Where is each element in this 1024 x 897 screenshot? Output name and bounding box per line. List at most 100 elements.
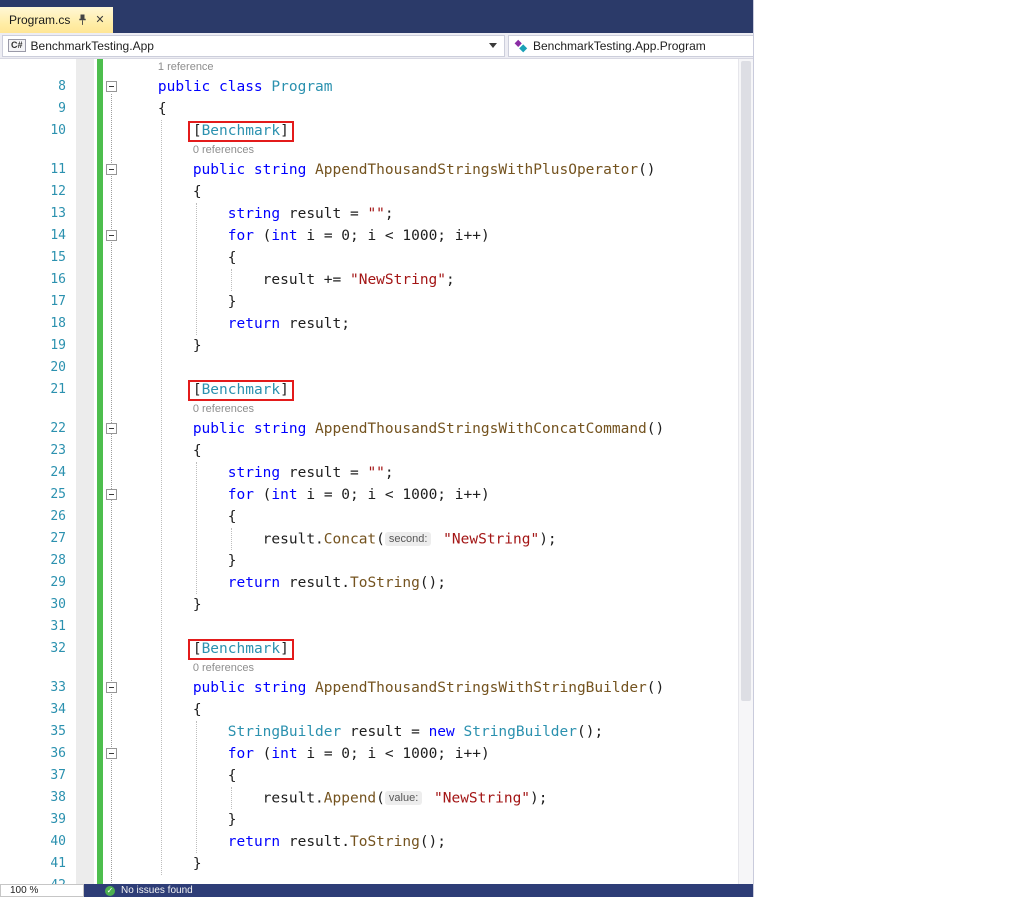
project-dropdown[interactable]: C# BenchmarkTesting.App xyxy=(2,35,505,57)
code-text: string result = ""; xyxy=(123,203,394,225)
code-line: 29 return result.ToString(); xyxy=(0,572,738,594)
code-rows: 1 reference8public class Program9{10[Ben… xyxy=(0,59,738,897)
code-line: 35StringBuilder result = new StringBuild… xyxy=(0,721,738,743)
code-line: 34{ xyxy=(0,699,738,721)
code-line: 41} xyxy=(0,853,738,875)
code-line: 33public string AppendThousandStringsWit… xyxy=(0,677,738,699)
code-line: 17} xyxy=(0,291,738,313)
line-number: 30 xyxy=(0,594,66,616)
code-line: 22public string AppendThousandStringsWit… xyxy=(0,418,738,440)
codelens-references-link[interactable]: 1 reference xyxy=(123,59,214,76)
line-number: 36 xyxy=(0,743,66,765)
code-text: public class Program xyxy=(123,76,333,98)
code-line: 26{ xyxy=(0,506,738,528)
fold-collapse-toggle[interactable] xyxy=(106,164,117,175)
line-number: 39 xyxy=(0,809,66,831)
line-number: 13 xyxy=(0,203,66,225)
code-line: 19} xyxy=(0,335,738,357)
code-line: 14for (int i = 0; i < 1000; i++) xyxy=(0,225,738,247)
codelens-references-link[interactable]: 0 references xyxy=(123,401,254,418)
scrollbar-thumb[interactable] xyxy=(741,61,751,701)
code-text: } xyxy=(123,594,202,616)
fold-collapse-toggle[interactable] xyxy=(106,423,117,434)
fold-collapse-toggle[interactable] xyxy=(106,682,117,693)
line-number: 24 xyxy=(0,462,66,484)
line-number: 28 xyxy=(0,550,66,572)
fold-collapse-toggle[interactable] xyxy=(106,748,117,759)
line-number: 38 xyxy=(0,787,66,809)
code-line: 11public string AppendThousandStringsWit… xyxy=(0,159,738,181)
status-text: No issues found xyxy=(121,885,193,896)
health-check-icon[interactable]: ✓ xyxy=(105,886,115,896)
line-number: 23 xyxy=(0,440,66,462)
codelens-row: 1 reference xyxy=(0,59,738,76)
code-text: result += "NewString"; xyxy=(123,269,455,291)
code-line: 31 xyxy=(0,616,738,638)
line-number: 41 xyxy=(0,853,66,875)
pin-icon[interactable] xyxy=(78,14,87,26)
code-line: 24 string result = ""; xyxy=(0,462,738,484)
code-line: 21[Benchmark] xyxy=(0,379,738,401)
code-line: 28} xyxy=(0,550,738,572)
line-number: 12 xyxy=(0,181,66,203)
project-dropdown-label: BenchmarkTesting.App xyxy=(31,39,154,53)
code-text: for (int i = 0; i < 1000; i++) xyxy=(123,225,490,247)
code-text: public string AppendThousandStringsWithP… xyxy=(123,159,656,181)
code-line: 40 return result.ToString(); xyxy=(0,831,738,853)
code-text: } xyxy=(123,291,236,313)
vertical-scrollbar[interactable] xyxy=(738,59,753,897)
line-number: 27 xyxy=(0,528,66,550)
code-line: 27 result.Concat(second: "NewString"); xyxy=(0,528,738,550)
fold-collapse-toggle[interactable] xyxy=(106,489,117,500)
type-dropdown[interactable]: BenchmarkTesting.App.Program xyxy=(508,35,753,57)
zoom-control[interactable]: 100 % xyxy=(0,884,84,897)
code-line: 20 xyxy=(0,357,738,379)
line-number: 20 xyxy=(0,357,66,379)
fold-collapse-toggle[interactable] xyxy=(106,230,117,241)
tab-label: Program.cs xyxy=(9,13,70,27)
fold-collapse-toggle[interactable] xyxy=(106,81,117,92)
document-tab-bar: Program.cs ✕ xyxy=(0,0,753,33)
code-text: } xyxy=(123,550,236,572)
code-text: } xyxy=(123,335,202,357)
line-number: 22 xyxy=(0,418,66,440)
code-text: result.Concat(second: "NewString"); xyxy=(123,528,557,551)
code-line: 30} xyxy=(0,594,738,616)
close-icon[interactable]: ✕ xyxy=(95,15,104,26)
navigation-bar: C# BenchmarkTesting.App BenchmarkTesting… xyxy=(0,33,753,59)
code-line: 39} xyxy=(0,809,738,831)
code-text: result.Append(value: "NewString"); xyxy=(123,787,548,810)
line-number: 21 xyxy=(0,379,66,401)
line-number: 40 xyxy=(0,831,66,853)
csharp-project-icon: C# xyxy=(8,39,26,52)
code-text: { xyxy=(123,765,236,787)
line-number: 31 xyxy=(0,616,66,638)
code-text: [Benchmark] xyxy=(123,120,294,142)
status-bar: ✓ No issues found xyxy=(84,884,753,897)
vs-window: Program.cs ✕ C# BenchmarkTesting.App xyxy=(0,0,754,897)
code-line: 25for (int i = 0; i < 1000; i++) xyxy=(0,484,738,506)
codelens-references-link[interactable]: 0 references xyxy=(123,660,254,677)
line-number: 17 xyxy=(0,291,66,313)
code-text: { xyxy=(123,699,202,721)
codelens-references-link[interactable]: 0 references xyxy=(123,142,254,159)
line-number: 32 xyxy=(0,638,66,660)
tab-program-cs[interactable]: Program.cs ✕ xyxy=(0,7,113,33)
code-text: return result.ToString(); xyxy=(123,572,446,594)
code-text: StringBuilder result = new StringBuilder… xyxy=(123,721,603,743)
codelens-row: 0 references xyxy=(0,660,738,677)
line-number: 15 xyxy=(0,247,66,269)
line-number: 29 xyxy=(0,572,66,594)
line-number: 25 xyxy=(0,484,66,506)
code-line: 12{ xyxy=(0,181,738,203)
type-dropdown-label: BenchmarkTesting.App.Program xyxy=(533,39,706,53)
code-text: public string AppendThousandStringsWithS… xyxy=(123,677,664,699)
code-text: return result.ToString(); xyxy=(123,831,446,853)
code-text: { xyxy=(123,440,202,462)
code-text: string result = ""; xyxy=(123,462,394,484)
line-number: 8 xyxy=(0,76,66,98)
benchmark-annotation-box: [Benchmark] xyxy=(188,639,294,660)
code-editor[interactable]: 1 reference8public class Program9{10[Ben… xyxy=(0,59,753,897)
code-line: 8 public class Program xyxy=(0,76,738,98)
code-line: 15{ xyxy=(0,247,738,269)
